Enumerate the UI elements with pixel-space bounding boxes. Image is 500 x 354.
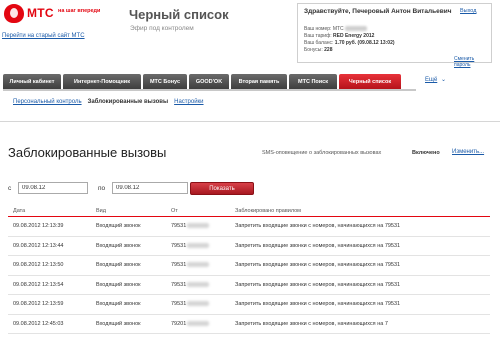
- table-row: 09.08.2012 12:13:50 Входящий звонок 7953…: [8, 256, 490, 276]
- sms-change-link[interactable]: Изменить...: [452, 149, 484, 155]
- redacted-number: [187, 223, 210, 229]
- table-row: 09.08.2012 12:45:03 Входящий звонок 7920…: [8, 315, 490, 334]
- cell-from-prefix: 79531: [171, 301, 187, 308]
- cell-from-prefix: 79531: [171, 281, 187, 288]
- account-tariff-value: RED Energy 2012: [333, 33, 375, 39]
- nav-underline: [3, 89, 416, 91]
- main-nav: Личный кабинет Интернет-Помощник МТС Бон…: [3, 74, 473, 89]
- change-password-link[interactable]: Сменить пароль: [454, 56, 491, 68]
- table-row: 09.08.2012 12:13:59 Входящий звонок 7953…: [8, 295, 490, 315]
- account-tariff-line: Ваш тариф: RED Energy 2012: [304, 33, 374, 39]
- chevron-down-icon[interactable]: ⌄: [441, 76, 446, 83]
- old-version-link[interactable]: Перейти на старый сайт МТС: [2, 33, 85, 39]
- cell-rule: Запретить входящие звонки с номеров, нач…: [235, 223, 401, 230]
- nav-tab-internet-assistant[interactable]: Интернет-Помощник: [63, 74, 141, 89]
- cell-from: 79531: [171, 301, 235, 307]
- sms-notification-status: Включено: [412, 150, 440, 156]
- nav-tab-mts-search[interactable]: МТС Поиск: [289, 74, 337, 89]
- divider: [0, 121, 500, 122]
- table-row: 09.08.2012 12:13:44 Входящий звонок 7953…: [8, 237, 490, 256]
- account-greeting: Здравствуйте, Печеровый Антон Витальевич: [304, 8, 452, 15]
- column-header-type: Вид: [96, 208, 106, 214]
- account-balance-value: 1.70 руб. (09.08.12 13:02): [334, 40, 395, 46]
- show-button[interactable]: Показать: [190, 182, 254, 195]
- page-subtitle: Эфир под контролем: [130, 25, 194, 32]
- account-balance-line: Ваш баланс: 1.70 руб. (09.08.12 13:02): [304, 40, 395, 46]
- redacted-number: [187, 242, 210, 248]
- sms-notification-label: SMS-оповещение о заблокированных вызовах: [262, 150, 382, 156]
- cell-from-prefix: 79531: [171, 242, 187, 249]
- nav-tab-blacklist[interactable]: Черный список: [339, 74, 401, 89]
- subnav-settings[interactable]: Настройки: [174, 99, 203, 105]
- cell-from: 79531: [171, 262, 235, 268]
- cell-rule: Запретить входящие звонки с номеров, нач…: [235, 320, 388, 327]
- date-to-input[interactable]: [112, 182, 188, 194]
- cell-type: Входящий звонок: [96, 281, 141, 288]
- account-bonus-label: Бонусы:: [304, 47, 323, 53]
- date-from-label: с: [8, 185, 12, 192]
- account-tariff-label: Ваш тариф:: [304, 33, 332, 39]
- redacted-number: [187, 320, 210, 326]
- cell-rule: Запретить входящие звонки с номеров, нач…: [235, 281, 401, 288]
- nav-tab-second-memory[interactable]: Вторая память: [231, 74, 287, 89]
- cell-from: 79531: [171, 223, 235, 229]
- account-balance-label: Ваш баланс:: [304, 40, 334, 46]
- subnav-blocked-calls[interactable]: Заблокированные вызовы: [88, 99, 169, 105]
- cell-date: 09.08.2012 12:13:59: [13, 301, 64, 308]
- cell-type: Входящий звонок: [96, 301, 141, 308]
- page-title: Черный список: [129, 7, 229, 22]
- table-row: 09.08.2012 12:13:39 Входящий звонок 7953…: [8, 217, 490, 237]
- column-header-rule: Заблокировано правилом: [235, 208, 301, 214]
- column-header-from: От: [171, 208, 178, 214]
- redacted-number: [345, 26, 368, 32]
- nav-tab-goodok[interactable]: GOOD'OK: [189, 74, 229, 89]
- nav-tab-personal-cabinet[interactable]: Личный кабинет: [3, 74, 61, 89]
- subnav-personal-control[interactable]: Персональный контроль: [13, 99, 82, 105]
- table-header: Дата Вид От Заблокировано правилом: [8, 206, 490, 217]
- table-row: 09.08.2012 12:13:54 Входящий звонок 7953…: [8, 276, 490, 295]
- section-title: Заблокированные вызовы: [8, 145, 167, 160]
- logout-link[interactable]: Выход: [460, 8, 476, 14]
- account-panel: Здравствуйте, Печеровый Антон Витальевич…: [297, 3, 492, 68]
- cell-from: 79201: [171, 321, 235, 327]
- redacted-number: [187, 262, 210, 268]
- cell-rule: Запретить входящие звонки с номеров, нач…: [235, 242, 401, 249]
- nav-more-link[interactable]: Ещё: [425, 77, 437, 83]
- sub-nav: Персональный контроль Заблокированные вы…: [13, 99, 204, 105]
- cell-date: 09.08.2012 12:45:03: [13, 320, 64, 327]
- blocked-calls-table: Дата Вид От Заблокировано правилом 09.08…: [8, 206, 490, 334]
- cell-from: 79531: [171, 243, 235, 249]
- account-bonus-line: Бонусы: 228: [304, 47, 332, 53]
- redacted-number: [187, 301, 210, 307]
- redacted-number: [187, 281, 210, 287]
- cell-from-prefix: 79201: [171, 320, 187, 327]
- account-number-label: Ваш номер: МТС: [304, 26, 344, 32]
- cell-date: 09.08.2012 12:13:54: [13, 281, 64, 288]
- cell-from: 79531: [171, 282, 235, 288]
- cell-date: 09.08.2012 12:13:39: [13, 223, 64, 230]
- date-to-label: по: [98, 185, 106, 192]
- cell-from-prefix: 79531: [171, 262, 187, 269]
- cell-type: Входящий звонок: [96, 320, 141, 327]
- cell-rule: Запретить входящие звонки с номеров, нач…: [235, 301, 401, 308]
- cell-date: 09.08.2012 12:13:50: [13, 262, 64, 269]
- cell-rule: Запретить входящие звонки с номеров, нач…: [235, 262, 401, 269]
- cell-type: Входящий звонок: [96, 223, 141, 230]
- mts-logo[interactable]: МТС: [4, 4, 56, 24]
- logo-text: МТС: [27, 6, 54, 20]
- cell-date: 09.08.2012 12:13:44: [13, 242, 64, 249]
- cell-type: Входящий звонок: [96, 242, 141, 249]
- nav-tab-mts-bonus[interactable]: МТС Бонус: [143, 74, 187, 89]
- logo-slogan: на шаг впереди: [58, 8, 101, 14]
- date-from-input[interactable]: [18, 182, 88, 194]
- mts-egg-icon: [4, 4, 24, 23]
- column-header-date: Дата: [13, 208, 26, 214]
- account-number-line: Ваш номер: МТС: [304, 26, 368, 32]
- cell-from-prefix: 79531: [171, 223, 187, 230]
- cell-type: Входящий звонок: [96, 262, 141, 269]
- account-bonus-value: 228: [324, 47, 333, 53]
